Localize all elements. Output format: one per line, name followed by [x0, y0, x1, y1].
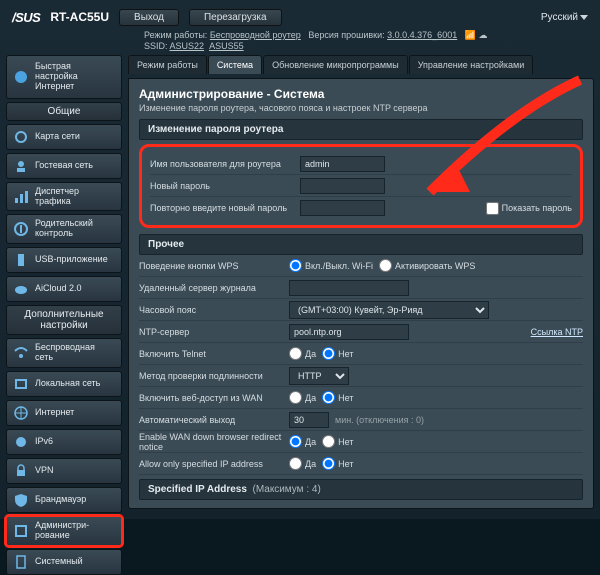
model: RT-AC55U [50, 10, 109, 24]
password-form: Имя пользователя для роутера Новый парол… [139, 144, 583, 228]
sidebar-item-networkmap[interactable]: Карта сети [6, 124, 122, 150]
newpass-label: Новый пароль [150, 181, 300, 191]
username-input[interactable] [300, 156, 385, 172]
map-icon [13, 129, 29, 145]
confirmpass-label: Повторно введите новый пароль [150, 203, 300, 213]
ntp-input[interactable] [289, 324, 409, 340]
language-dropdown[interactable]: Русский [541, 12, 588, 23]
section-spec-ip: Specified IP Address (Макcимум : 4) [139, 479, 583, 500]
timezone-select[interactable]: (GMT+03:00) Кувейт, Эр-Рияд [289, 301, 489, 319]
redir-yes[interactable]: Да [289, 435, 316, 448]
logo: /SUS [12, 10, 40, 25]
section-password: Изменение пароля роутера [139, 119, 583, 140]
traffic-icon [13, 189, 29, 205]
username-label: Имя пользователя для роутера [150, 159, 300, 169]
sidebar-item-ipv6[interactable]: IPv6 [6, 429, 122, 455]
autologout-input[interactable] [289, 412, 329, 428]
language-label: Русский [541, 12, 578, 23]
parental-icon [13, 221, 29, 237]
confirmpass-input[interactable] [300, 200, 385, 216]
wifi-icon [13, 345, 29, 361]
log-label: Удаленный сервер журнала [139, 283, 289, 293]
wps-label: Поведение кнопки WPS [139, 261, 289, 271]
tab-settings[interactable]: Управление настройками [409, 55, 534, 74]
sidebar-item-parental[interactable]: Родительский контроль [6, 214, 122, 244]
page-subtitle: Изменение пароля роутера, часового пояса… [139, 103, 583, 113]
ntp-label: NTP-сервер [139, 327, 289, 337]
page-title: Администрирование - Система [139, 87, 583, 101]
globe-icon [13, 405, 29, 421]
log-icon [13, 554, 29, 570]
wan-no[interactable]: Нет [322, 391, 353, 404]
auth-select[interactable]: HTTP [289, 367, 349, 385]
sidebar-heading-advanced: Дополнительные настройки [6, 305, 122, 335]
redir-no[interactable]: Нет [322, 435, 353, 448]
wanaccess-label: Включить веб-доступ из WAN [139, 393, 289, 403]
sidebar-item-guest[interactable]: Гостевая сеть [6, 153, 122, 179]
logout-button[interactable]: Выход [119, 9, 179, 26]
shield-icon [13, 492, 29, 508]
autologout-hint: мин. (отключения : 0) [335, 415, 424, 425]
redir-label: Enable WAN down browser redirect notice [139, 432, 289, 452]
guest-icon [13, 158, 29, 174]
section-misc: Прочее [139, 234, 583, 255]
auth-label: Метод проверки подлинности [139, 371, 289, 381]
sidebar-item-administration[interactable]: Администри-рование [6, 516, 122, 546]
admin-icon [13, 523, 29, 539]
sidebar-heading-general: Общие [6, 102, 122, 121]
sidebar-item-firewall[interactable]: Брандмауэр [6, 487, 122, 513]
sidebar-item-vpn[interactable]: VPN [6, 458, 122, 484]
telnet-label: Включить Telnet [139, 349, 289, 359]
sidebar-item-wan[interactable]: Интернет [6, 400, 122, 426]
usb-icon [13, 252, 29, 268]
onlyip-label: Allow only specified IP address [139, 459, 289, 469]
wan-yes[interactable]: Да [289, 391, 316, 404]
ipv6-icon [13, 434, 29, 450]
sidebar-item-system[interactable]: Системный [6, 549, 122, 575]
lan-icon [13, 376, 29, 392]
telnet-no[interactable]: Нет [322, 347, 353, 360]
chevron-down-icon [580, 15, 588, 20]
newpass-input[interactable] [300, 178, 385, 194]
sidebar-item-lan[interactable]: Локальная сеть [6, 371, 122, 397]
autologout-label: Автоматический выход [139, 415, 289, 425]
tab-firmware[interactable]: Обновление микропрограммы [263, 55, 408, 74]
status-bar: Режим работы: Беспроводной роутер Версия… [6, 28, 594, 51]
reboot-button[interactable]: Перезагрузка [189, 9, 282, 26]
quick-setup-button[interactable]: Быстрая настройка Интернет [6, 55, 122, 99]
telnet-yes[interactable]: Да [289, 347, 316, 360]
app-icon: 📶 [465, 30, 476, 40]
showpass-checkbox[interactable]: Показать пароль [486, 202, 572, 215]
wps-toggle-wifi[interactable]: Вкл./Выкл. Wi-Fi [289, 259, 373, 272]
cloud-icon: ☁ [478, 30, 487, 40]
tz-label: Часовой пояс [139, 305, 289, 315]
cloud-icon [13, 281, 29, 297]
sidebar-item-traffic[interactable]: Диспетчер трафика [6, 182, 122, 212]
sidebar-item-aicloud[interactable]: AiCloud 2.0 [6, 276, 122, 302]
tab-opmode[interactable]: Режим работы [128, 55, 207, 74]
wizard-icon [13, 69, 29, 85]
tab-system[interactable]: Система [208, 55, 262, 74]
onlyip-no[interactable]: Нет [322, 457, 353, 470]
onlyip-yes[interactable]: Да [289, 457, 316, 470]
vpn-icon [13, 463, 29, 479]
ntp-link[interactable]: Ссылка NTP [531, 327, 583, 337]
log-server-input[interactable] [289, 280, 409, 296]
sidebar-item-usb[interactable]: USB-приложение [6, 247, 122, 273]
wps-activate[interactable]: Активировать WPS [379, 259, 475, 272]
sidebar-item-wireless[interactable]: Беспроводная сеть [6, 338, 122, 368]
